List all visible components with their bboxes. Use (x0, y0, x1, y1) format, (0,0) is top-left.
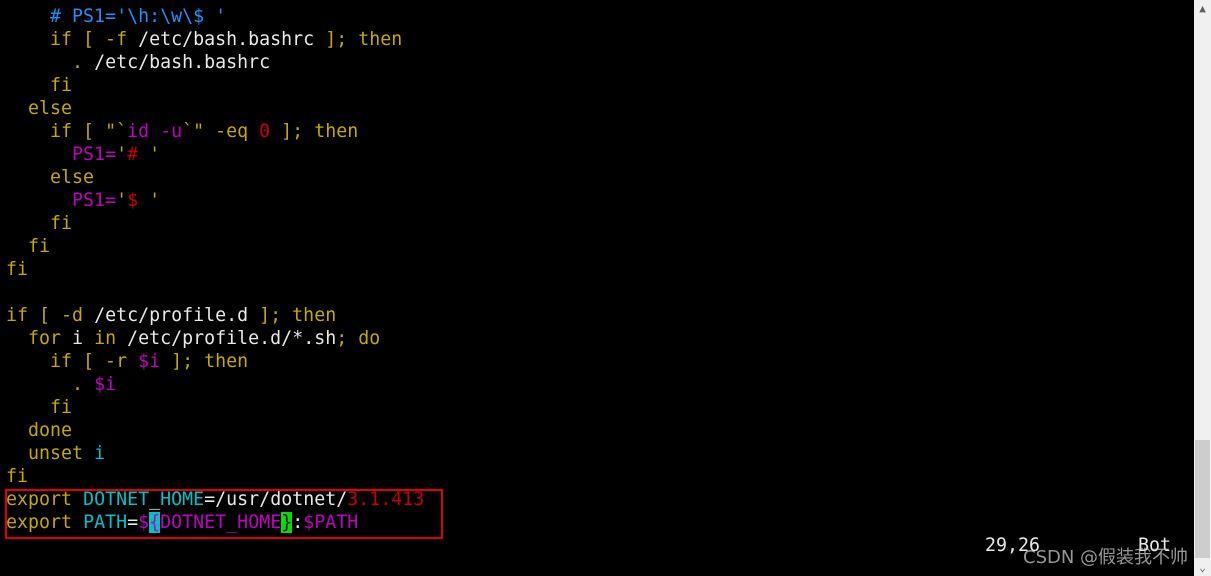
code-token: if [ -r (50, 351, 139, 372)
code-token: unset (28, 443, 84, 464)
highlight-box (5, 489, 443, 539)
code-line: . /etc/bash.bashrc (6, 51, 1192, 74)
chevron-up-icon[interactable]: ▲ (1194, 0, 1211, 17)
code-token: ]; then (270, 121, 359, 142)
code-token: `" -eq (182, 121, 260, 142)
code-line: . $i (6, 373, 1192, 396)
code-token: # (127, 144, 150, 165)
code-token: fi (6, 466, 29, 487)
code-line: fi (6, 396, 1192, 419)
code-token: ; do (336, 328, 381, 349)
code-token: ]; then (248, 305, 337, 326)
vim-editor-buffer[interactable]: # PS1='\h:\w\$ ' if [ -f /etc/bash.bashr… (6, 5, 1192, 534)
code-token: fi (50, 397, 73, 418)
code-token: ]; then (314, 29, 403, 50)
code-token: /etc/profile.d (94, 305, 249, 326)
code-token: i (61, 328, 95, 349)
watermark: CSDN @假装我不帅 (1023, 547, 1189, 568)
code-line: # PS1='\h:\w\$ ' (6, 5, 1192, 28)
code-line: for i in /etc/profile.d/*.sh; do (6, 327, 1192, 350)
code-line: else (6, 166, 1192, 189)
code-line: fi (6, 235, 1192, 258)
code-token: "` (105, 121, 128, 142)
code-token: in (94, 328, 117, 349)
code-token: ' (149, 144, 161, 165)
code-token: /etc/profile.d/*.sh (116, 328, 337, 349)
vertical-scrollbar[interactable]: ▲ ⌄ (1194, 0, 1211, 576)
code-token: fi (6, 259, 29, 280)
code-token: . (72, 52, 84, 73)
code-token: i (94, 443, 106, 464)
code-token: $i (138, 351, 161, 372)
code-token: if [ (50, 121, 106, 142)
code-line: if [ -f /etc/bash.bashrc ]; then (6, 28, 1192, 51)
code-token: 0 (259, 121, 271, 142)
code-token: ' (116, 190, 128, 211)
code-line: fi (6, 465, 1192, 488)
code-line: fi (6, 258, 1192, 281)
code-line: if [ "`id -u`" -eq 0 ]; then (6, 120, 1192, 143)
code-token: PS1= (72, 190, 117, 211)
code-token: $ (127, 190, 150, 211)
code-token: done (28, 420, 73, 441)
code-line: if [ -r $i ]; then (6, 350, 1192, 373)
chevron-down-icon[interactable]: ⌄ (1194, 559, 1211, 576)
code-line: done (6, 419, 1192, 442)
code-token: /etc/bash.bashrc (83, 52, 271, 73)
code-line: PS1='# ' (6, 143, 1192, 166)
code-line: unset i (6, 442, 1192, 465)
code-token: ]; then (160, 351, 249, 372)
code-token: PS1= (72, 144, 117, 165)
code-token: fi (50, 213, 73, 234)
code-token: id -u (127, 121, 183, 142)
code-token: if [ -d (6, 305, 95, 326)
code-line: PS1='$ ' (6, 189, 1192, 212)
code-token: ' (116, 144, 128, 165)
code-token: ' (149, 190, 161, 211)
code-token: /etc/bash.bashrc (138, 29, 315, 50)
code-token: fi (50, 75, 73, 96)
code-token: else (28, 98, 73, 119)
code-line: fi (6, 74, 1192, 97)
code-token: else (50, 167, 95, 188)
code-token: . (72, 374, 84, 395)
code-token: fi (28, 236, 51, 257)
code-token: for (28, 328, 62, 349)
code-token: if [ -f (50, 29, 139, 50)
scrollbar-thumb[interactable] (1195, 440, 1210, 558)
code-token: $i (94, 374, 117, 395)
code-line: if [ -d /etc/profile.d ]; then (6, 304, 1192, 327)
code-line: else (6, 97, 1192, 120)
code-token: # PS1='\h:\w\$ ' (50, 6, 227, 27)
code-line: fi (6, 212, 1192, 235)
